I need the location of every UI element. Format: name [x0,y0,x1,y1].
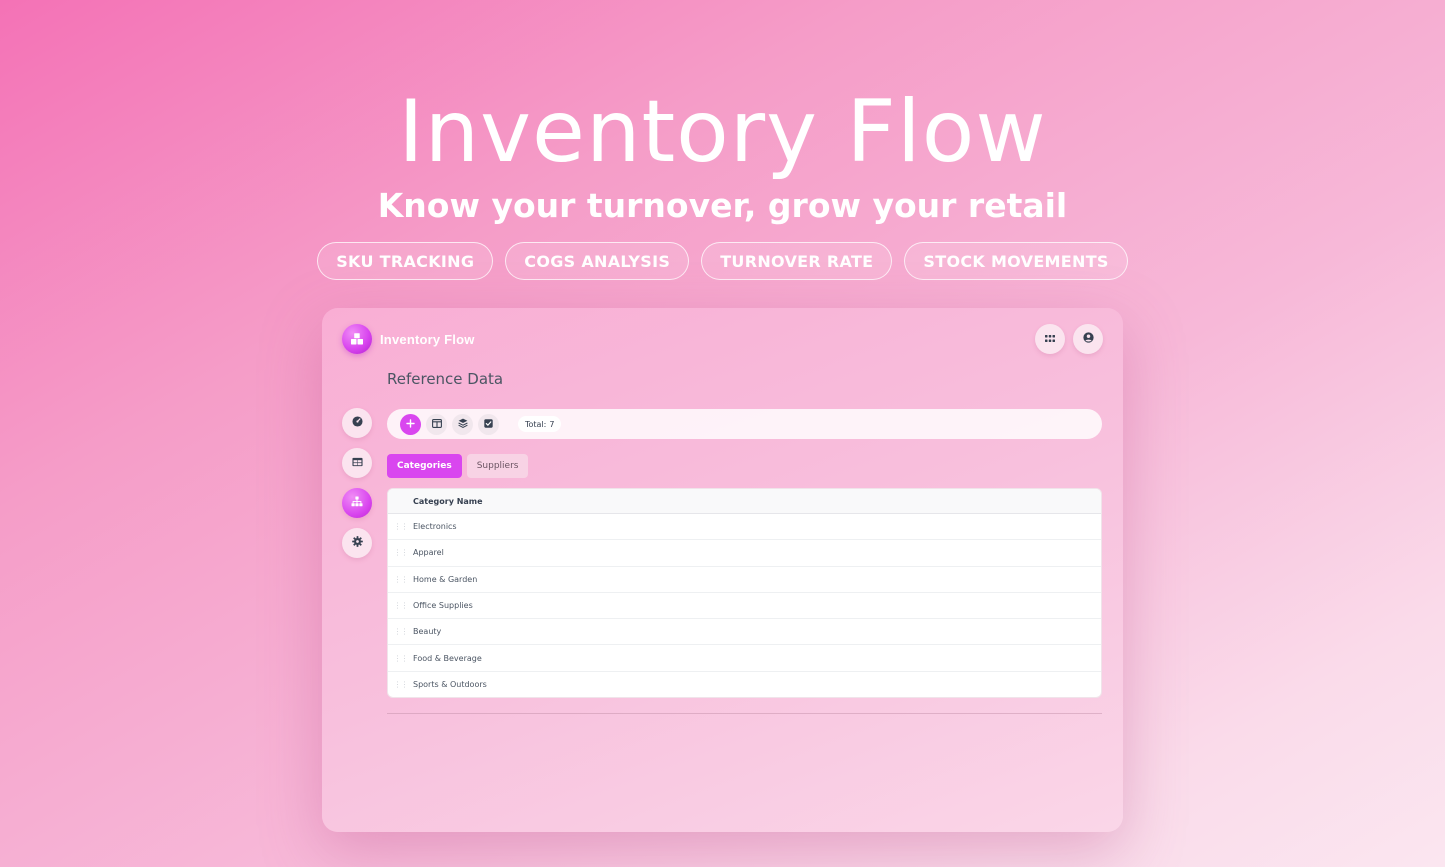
select-button[interactable] [478,413,499,435]
total-label: Total: [525,419,547,429]
nav-dashboard[interactable] [342,408,372,438]
boxes-icon [342,324,372,354]
drag-handle-icon[interactable]: ⋮⋮ [388,601,413,610]
table-row[interactable]: ⋮⋮ Food & Beverage [388,645,1101,672]
column-header-category-name[interactable]: Category Name [413,497,483,506]
feature-pills: SKU TRACKING COGS ANALYSIS TURNOVER RATE… [0,242,1445,280]
top-actions [1035,324,1103,354]
drag-handle-icon[interactable]: ⋮⋮ [388,522,413,531]
category-name-cell: Sports & Outdoors [413,680,487,690]
user-menu-button[interactable] [1073,324,1103,354]
columns-icon [431,415,442,433]
tab-categories[interactable]: Categories [387,454,462,478]
table-icon [351,454,363,472]
feature-pill: STOCK MOVEMENTS [904,242,1128,280]
nav-reference-data[interactable] [342,488,372,518]
total-value: 7 [549,419,555,429]
brand-name: Inventory Flow [380,331,475,347]
app-window: Inventory Flow Reference Data Total: 7 C… [322,308,1123,832]
checkbox-icon [484,415,493,433]
hero-subtitle: Know your turnover, grow your retail [377,186,1068,225]
page-title: Reference Data [387,370,504,388]
category-name-cell: Office Supplies [413,601,473,611]
category-name-cell: Food & Beverage [413,653,482,663]
tab-suppliers[interactable]: Suppliers [466,454,529,478]
nav-table[interactable] [342,448,372,478]
dashboard-icon [351,414,363,432]
user-circle-icon [1082,330,1094,348]
table-row[interactable]: ⋮⋮ Beauty [388,619,1101,646]
plus-icon [406,415,415,433]
table-row[interactable]: ⋮⋮ Sports & Outdoors [388,672,1101,697]
table-row[interactable]: ⋮⋮ Apparel [388,540,1101,567]
table-row[interactable]: ⋮⋮ Home & Garden [388,567,1101,593]
category-name-cell: Home & Garden [413,574,478,584]
drag-handle-icon[interactable]: ⋮⋮ [388,627,413,636]
hero-title: Inventory Flow [398,82,1047,182]
add-button[interactable] [400,413,421,435]
category-name-cell: Beauty [413,627,442,637]
toolbar: Total: 7 [387,409,1102,439]
drag-handle-icon[interactable]: ⋮⋮ [388,654,413,663]
feature-pill: TURNOVER RATE [701,242,893,280]
table-row[interactable]: ⋮⋮ Electronics [388,514,1101,541]
columns-button[interactable] [426,413,447,435]
gear-icon [351,534,363,552]
drag-handle-icon[interactable]: ⋮⋮ [388,548,413,557]
drag-handle-icon[interactable]: ⋮⋮ [388,575,413,584]
table-header: Category Name [388,489,1101,514]
grid-icon [1045,330,1055,348]
category-name-cell: Electronics [413,522,457,532]
layers-button[interactable] [452,413,473,435]
table-row[interactable]: ⋮⋮ Office Supplies [388,593,1101,620]
feature-pill: SKU TRACKING [317,242,494,280]
sidebar-nav [342,408,372,558]
drag-handle-icon[interactable]: ⋮⋮ [388,680,413,689]
tabs: Categories Suppliers [387,454,529,478]
brand[interactable]: Inventory Flow [342,324,475,354]
total-count-badge: Total: 7 [518,416,562,432]
hierarchy-icon [351,494,363,512]
layers-icon [457,415,468,433]
apps-button[interactable] [1035,324,1065,354]
feature-pill: COGS ANALYSIS [505,242,690,280]
divider [387,713,1102,714]
nav-settings[interactable] [342,528,372,558]
categories-table: Category Name ⋮⋮ Electronics ⋮⋮ Apparel ⋮⋮… [387,488,1102,698]
category-name-cell: Apparel [413,548,444,558]
